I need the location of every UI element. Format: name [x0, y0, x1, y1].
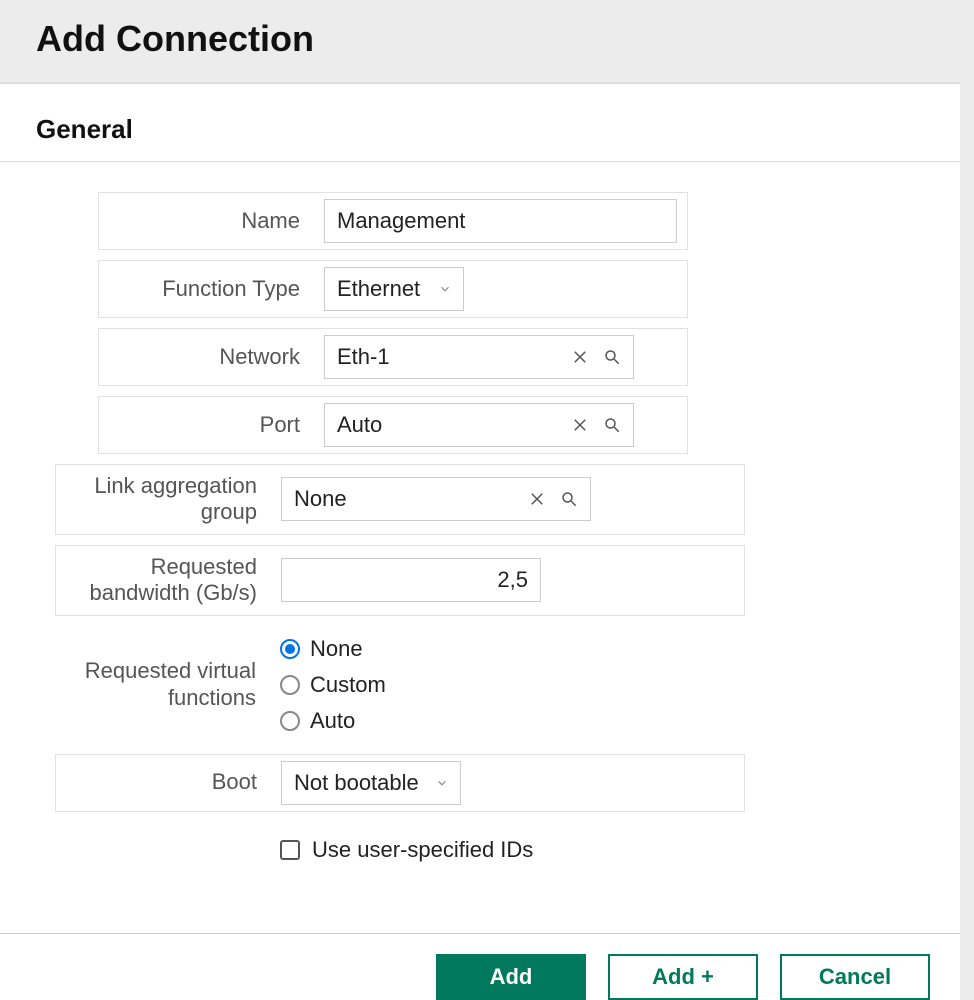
- row-bandwidth: Requested bandwidth (Gb/s): [55, 545, 745, 616]
- user-ids-checkbox[interactable]: Use user-specified IDs: [280, 837, 533, 863]
- row-port: Port Auto: [98, 396, 688, 454]
- row-user-ids: Use user-specified IDs: [55, 822, 745, 878]
- clear-icon[interactable]: [567, 344, 593, 370]
- dialog-title: Add Connection: [36, 18, 924, 60]
- radio-custom-label: Custom: [310, 672, 386, 698]
- function-type-value: Ethernet: [337, 276, 429, 302]
- label-port: Port: [99, 397, 314, 453]
- dialog-footer: Add Add + Cancel: [0, 933, 960, 1000]
- label-boot: Boot: [56, 755, 271, 811]
- radio-none[interactable]: None: [280, 636, 386, 662]
- add-plus-button[interactable]: Add +: [608, 954, 758, 1000]
- row-boot: Boot Not bootable: [55, 754, 745, 812]
- row-name: Name: [98, 192, 688, 250]
- section-title: General: [36, 114, 924, 145]
- search-icon[interactable]: [599, 412, 625, 438]
- radio-icon: [280, 639, 300, 659]
- chevron-down-icon: [437, 281, 453, 297]
- control-bandwidth: [271, 546, 744, 615]
- bandwidth-input[interactable]: [281, 558, 541, 602]
- chevron-down-icon: [434, 775, 450, 791]
- clear-icon[interactable]: [524, 486, 550, 512]
- label-link-agg: Link aggregation group: [56, 465, 271, 534]
- clear-icon[interactable]: [567, 412, 593, 438]
- link-agg-value: None: [294, 486, 518, 512]
- add-button[interactable]: Add: [436, 954, 586, 1000]
- radio-auto[interactable]: Auto: [280, 708, 386, 734]
- section-header: General: [0, 84, 960, 161]
- control-virtual-funcs: None Custom Auto: [270, 626, 745, 744]
- user-ids-label: Use user-specified IDs: [312, 837, 533, 863]
- label-name: Name: [99, 193, 314, 249]
- radio-none-label: None: [310, 636, 363, 662]
- checkbox-icon: [280, 840, 300, 860]
- row-network: Network Eth-1: [98, 328, 688, 386]
- label-bandwidth: Requested bandwidth (Gb/s): [56, 546, 271, 615]
- radio-icon: [280, 711, 300, 731]
- search-icon[interactable]: [599, 344, 625, 370]
- port-lookup[interactable]: Auto: [324, 403, 634, 447]
- control-user-ids: Use user-specified IDs: [270, 822, 745, 878]
- function-type-select[interactable]: Ethernet: [324, 267, 464, 311]
- cancel-button[interactable]: Cancel: [780, 954, 930, 1000]
- dialog-titlebar: Add Connection: [0, 0, 960, 84]
- virtual-funcs-radio-group: None Custom Auto: [280, 632, 386, 738]
- port-value: Auto: [337, 412, 561, 438]
- radio-auto-label: Auto: [310, 708, 355, 734]
- label-function-type: Function Type: [99, 261, 314, 317]
- control-link-agg: None: [271, 465, 744, 534]
- boot-value: Not bootable: [294, 770, 426, 796]
- control-port: Auto: [314, 397, 687, 453]
- control-boot: Not bootable: [271, 755, 744, 811]
- network-lookup[interactable]: Eth-1: [324, 335, 634, 379]
- row-link-agg: Link aggregation group None: [55, 464, 745, 535]
- search-icon[interactable]: [556, 486, 582, 512]
- network-value: Eth-1: [337, 344, 561, 370]
- radio-icon: [280, 675, 300, 695]
- label-virtual-funcs: Requested virtual functions: [55, 650, 270, 719]
- form-area: Name Function Type Ethernet Network: [0, 162, 960, 893]
- control-network: Eth-1: [314, 329, 687, 385]
- add-connection-dialog: Add Connection General Name Function Typ…: [0, 0, 974, 1000]
- control-name: [314, 193, 687, 249]
- name-input[interactable]: [324, 199, 677, 243]
- radio-custom[interactable]: Custom: [280, 672, 386, 698]
- link-agg-lookup[interactable]: None: [281, 477, 591, 521]
- control-function-type: Ethernet: [314, 261, 687, 317]
- label-network: Network: [99, 329, 314, 385]
- spacer-user-ids: [55, 822, 270, 878]
- boot-select[interactable]: Not bootable: [281, 761, 461, 805]
- row-virtual-funcs: Requested virtual functions None Custom …: [55, 626, 745, 744]
- row-function-type: Function Type Ethernet: [98, 260, 688, 318]
